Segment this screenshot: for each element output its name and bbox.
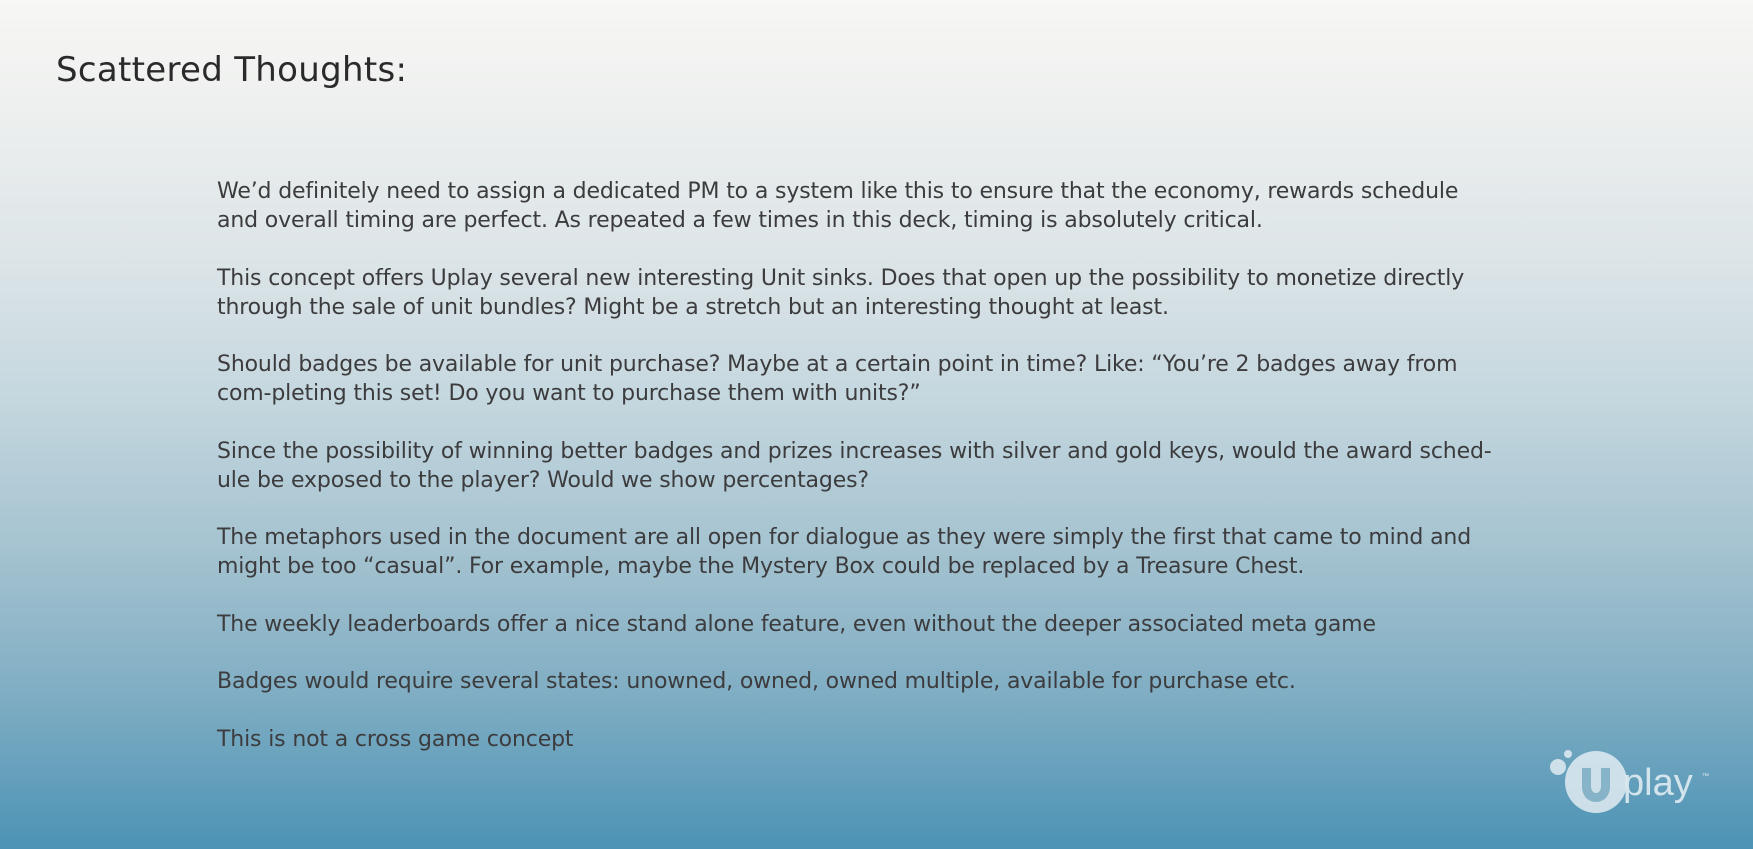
thought-paragraph: Since the possibility of winning better … [217, 438, 1492, 493]
thought-paragraph: We’d definitely need to assign a dedicat… [217, 179, 1459, 233]
thought-paragraph: Badges would require several states: uno… [217, 669, 1296, 694]
thought-paragraph: The weekly leaderboards offer a nice sta… [217, 611, 1376, 637]
slide-title: Scattered Thoughts: [56, 50, 408, 90]
thoughts-list: We’d definitely need to assign a dedicat… [217, 177, 1497, 782]
uplay-logo-text: play [1623, 762, 1693, 804]
thought-paragraph: The metaphors used in the document are a… [217, 525, 1472, 579]
slide: Scattered Thoughts: We’d definitely need… [0, 0, 1753, 849]
thought-paragraph: This concept offers Uplay several new in… [217, 265, 1465, 320]
thought-paragraph: This is not a cross game concept [217, 726, 574, 752]
thought-paragraph: Should badges be available for unit purc… [217, 352, 1458, 406]
trademark-mark: ™ [1702, 773, 1709, 780]
uplay-logo-icon [1550, 750, 1627, 813]
uplay-logo: play ™ [1550, 750, 1709, 813]
